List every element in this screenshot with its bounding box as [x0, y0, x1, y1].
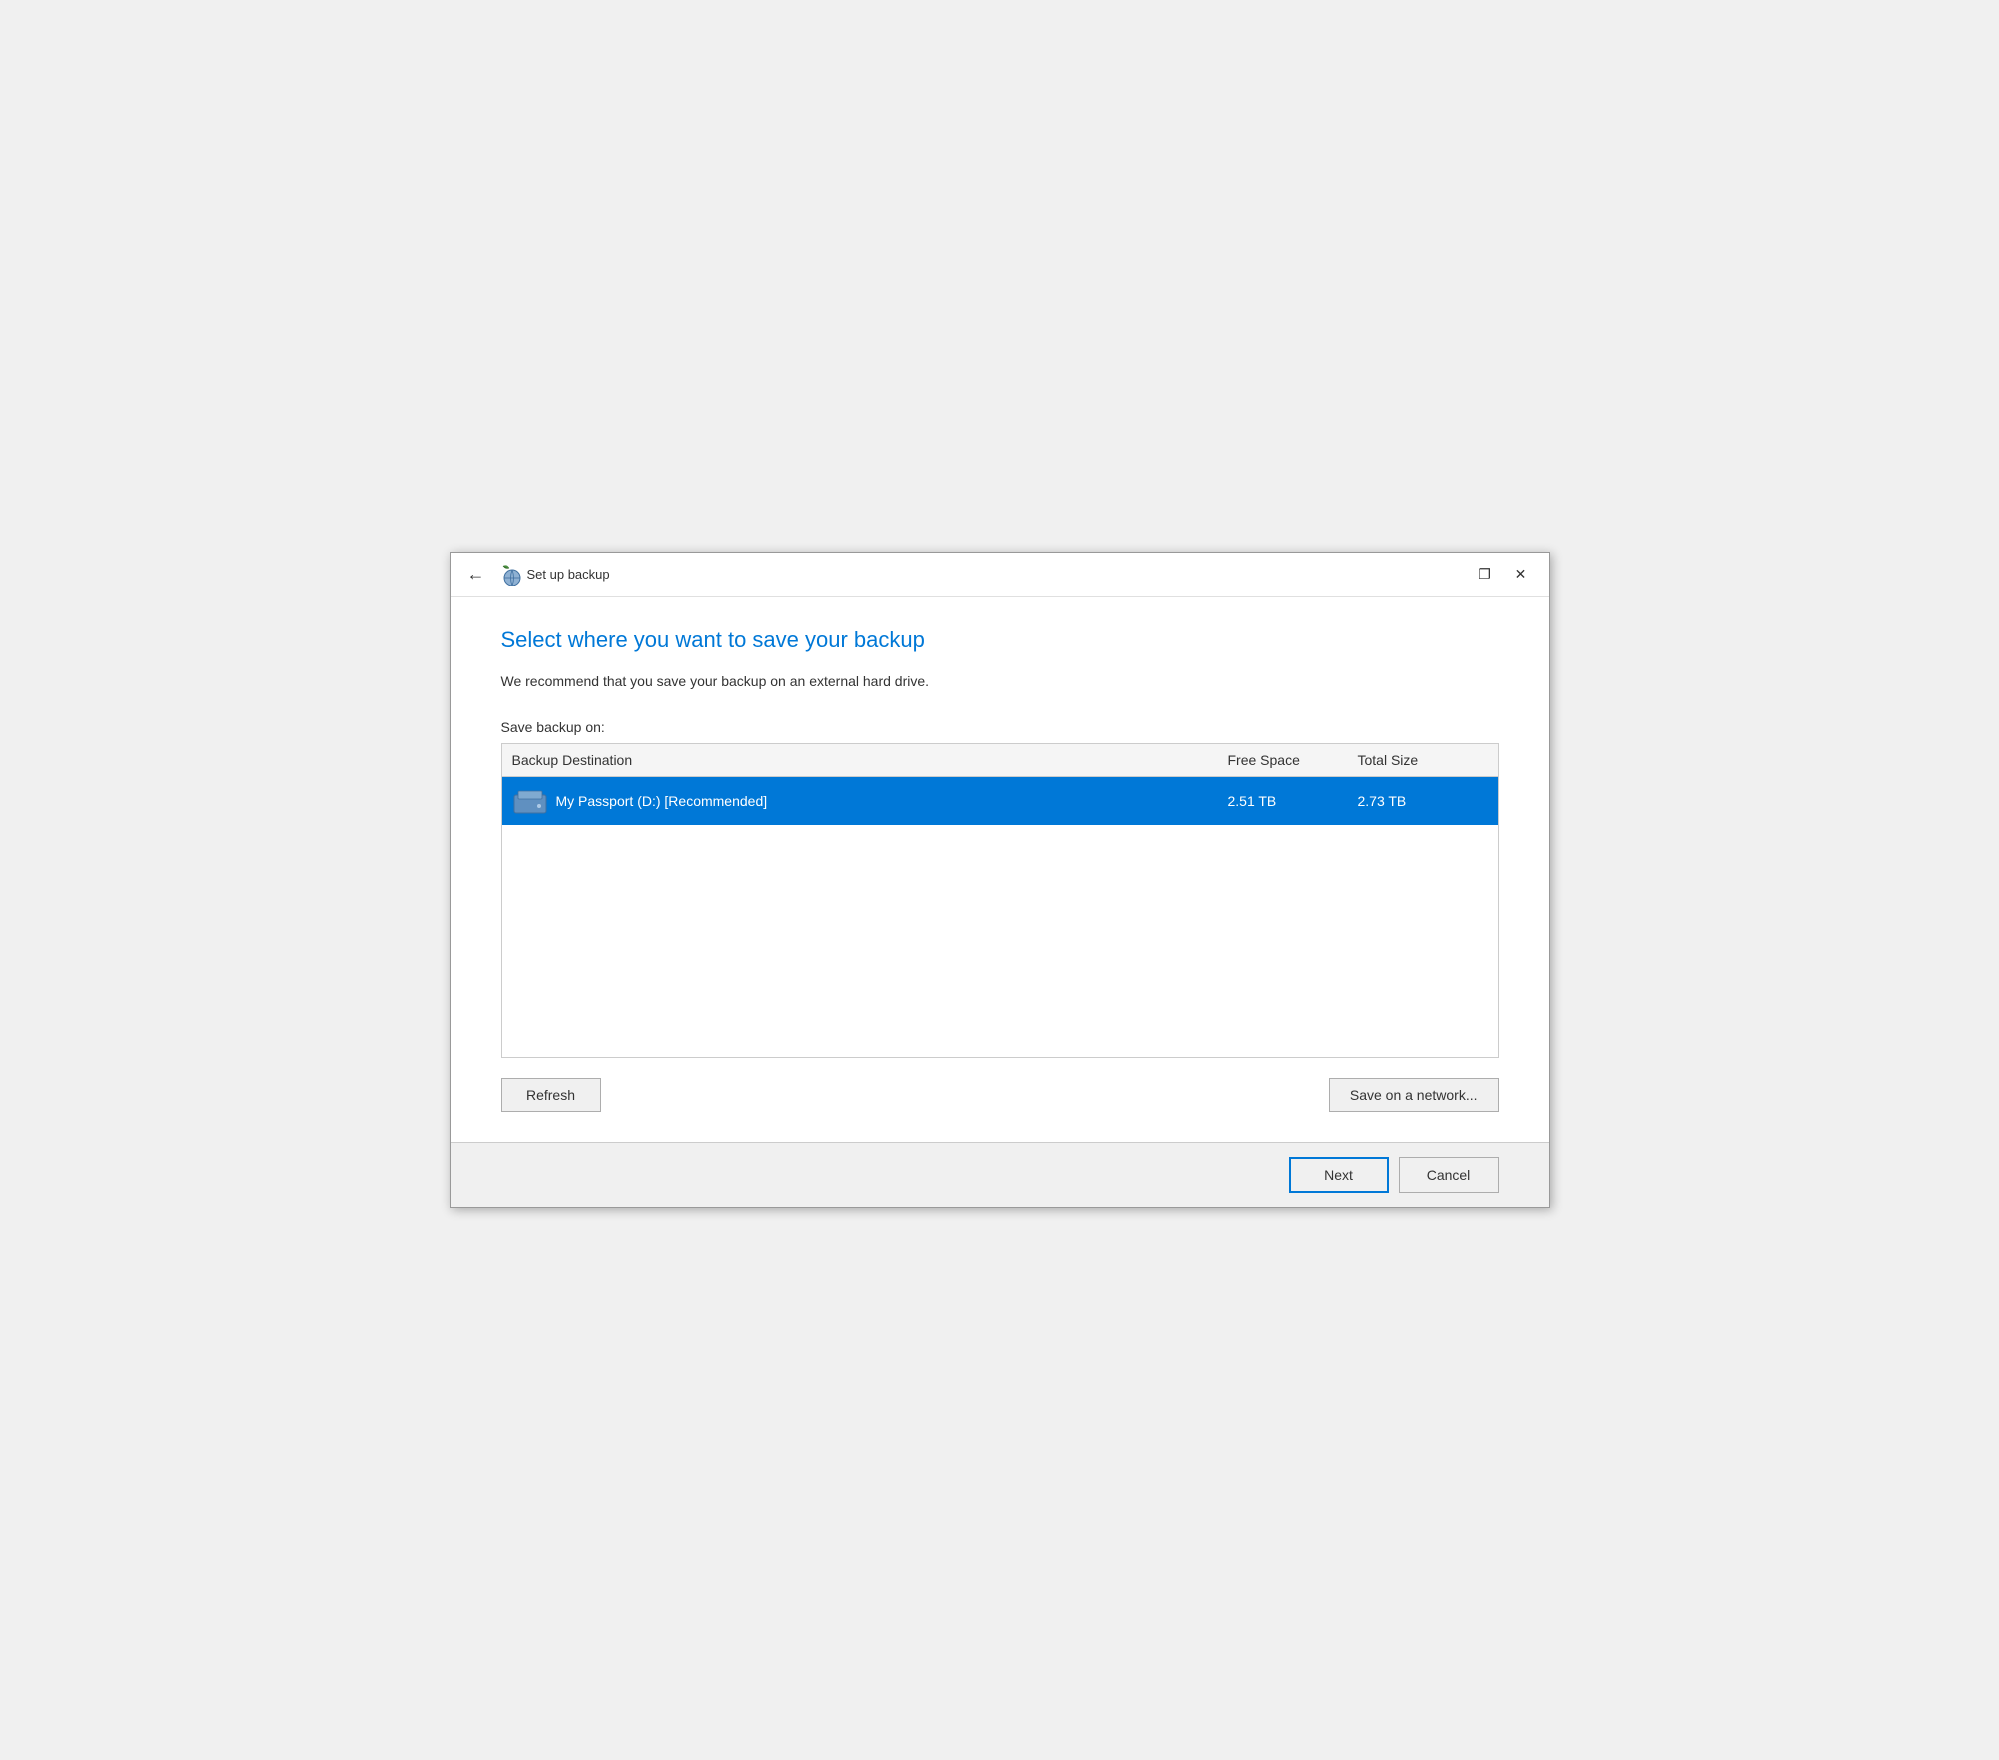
restore-button[interactable]: ❐	[1469, 561, 1501, 589]
cancel-button[interactable]: Cancel	[1399, 1157, 1499, 1193]
page-heading: Select where you want to save your backu…	[501, 627, 1499, 653]
title-bar: ← Set up backup	[451, 553, 1549, 597]
recommendation-text: We recommend that you save your backup o…	[501, 673, 1499, 689]
back-button[interactable]: ←	[463, 560, 489, 589]
close-button[interactable]: ✕	[1505, 561, 1537, 589]
backup-app-icon	[499, 564, 521, 586]
next-button[interactable]: Next	[1289, 1157, 1389, 1193]
title-bar-icon: Set up backup	[499, 564, 610, 586]
drive-icon	[512, 787, 548, 815]
refresh-button[interactable]: Refresh	[501, 1078, 601, 1112]
destinations-table: Backup Destination Free Space Total Size…	[501, 743, 1499, 1058]
restore-icon: ❐	[1478, 566, 1491, 583]
table-body: My Passport (D:) [Recommended] 2.51 TB 2…	[502, 777, 1498, 1057]
main-content: Select where you want to save your backu…	[451, 597, 1549, 1142]
back-icon: ←	[467, 564, 485, 585]
table-header: Backup Destination Free Space Total Size	[502, 744, 1498, 777]
row-freespace: 2.51 TB	[1228, 793, 1358, 809]
col-header-totalsize: Total Size	[1358, 752, 1488, 768]
save-backup-label: Save backup on:	[501, 719, 1499, 735]
save-on-network-button[interactable]: Save on a network...	[1329, 1078, 1499, 1112]
row-destination: My Passport (D:) [Recommended]	[556, 793, 1228, 809]
table-row[interactable]: My Passport (D:) [Recommended] 2.51 TB 2…	[502, 777, 1498, 825]
col-header-destination: Backup Destination	[512, 752, 1228, 768]
row-totalsize: 2.73 TB	[1358, 793, 1488, 809]
window-title: Set up backup	[527, 567, 610, 582]
title-bar-controls: ❐ ✕	[1469, 561, 1537, 589]
close-icon: ✕	[1515, 566, 1527, 583]
action-buttons-row: Refresh Save on a network...	[501, 1078, 1499, 1112]
setup-backup-window: ← Set up backup	[450, 552, 1550, 1208]
title-bar-left: ← Set up backup	[463, 560, 610, 589]
col-header-freespace: Free Space	[1228, 752, 1358, 768]
bottom-bar: Next Cancel	[451, 1142, 1549, 1207]
